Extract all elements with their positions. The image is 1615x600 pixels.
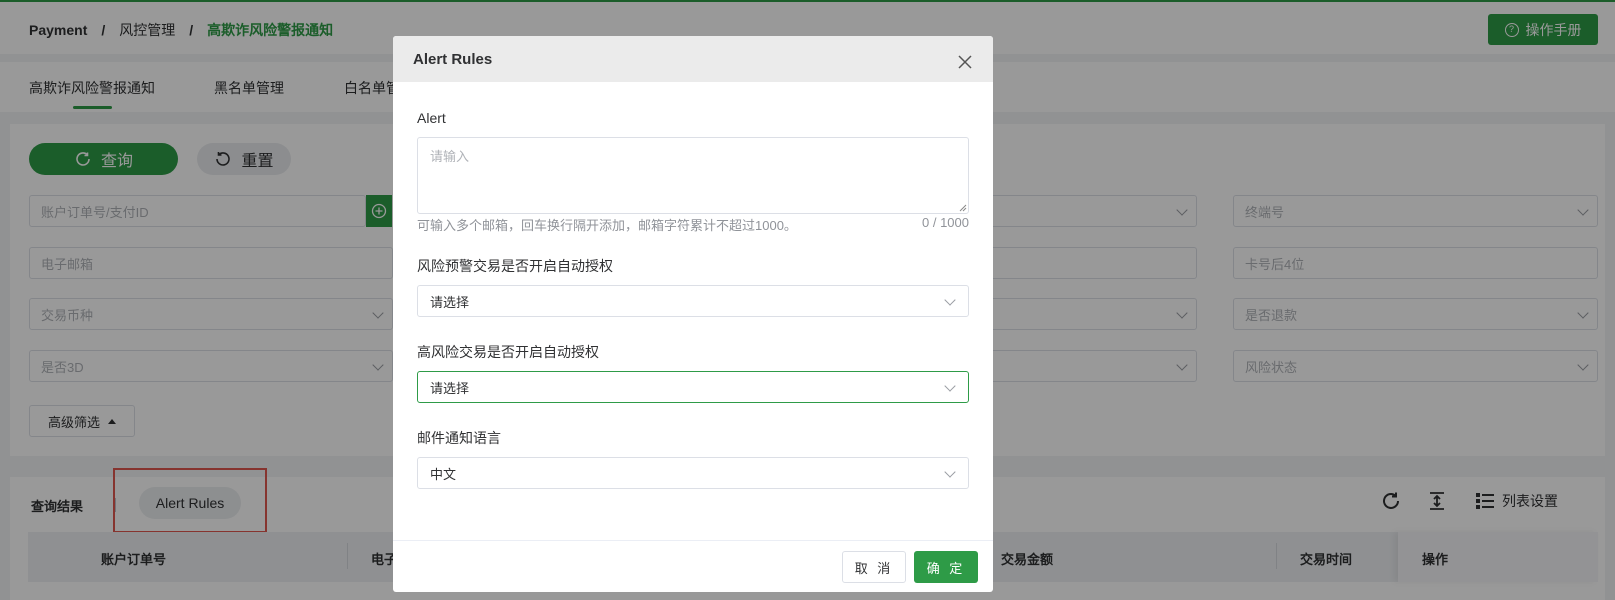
risk-auto-auth-label: 风险预警交易是否开启自动授权 — [417, 258, 613, 274]
alert-rules-dialog: Alert Rules Alert 请输入 可输入多个邮箱，回车换行隔开添加，邮… — [393, 36, 993, 592]
notify-language-label: 邮件通知语言 — [417, 430, 501, 446]
close-icon — [958, 55, 972, 69]
chevron-down-icon — [944, 294, 956, 306]
risk-auto-auth-value: 请选择 — [430, 294, 470, 310]
alert-hint-text: 可输入多个邮箱，回车换行隔开添加，邮箱字符累计不超过1000。 — [417, 218, 797, 233]
confirm-button[interactable]: 确 定 — [914, 551, 978, 583]
alert-field-label: Alert — [417, 110, 446, 126]
chevron-down-icon — [944, 466, 956, 478]
alert-char-count: 0 / 1000 — [922, 215, 969, 230]
high-risk-auto-auth-select[interactable]: 请选择 — [417, 371, 969, 403]
close-button[interactable] — [957, 54, 973, 70]
dialog-footer-divider — [393, 540, 993, 541]
notify-language-value: 中文 — [430, 466, 457, 482]
high-risk-auto-auth-label: 高风险交易是否开启自动授权 — [417, 344, 599, 360]
chevron-down-icon — [944, 380, 956, 392]
dialog-title: Alert Rules — [413, 51, 493, 68]
notify-language-select[interactable]: 中文 — [417, 457, 969, 489]
resize-handle-icon[interactable] — [959, 204, 967, 212]
risk-auto-auth-select[interactable]: 请选择 — [417, 285, 969, 317]
alert-email-textarea[interactable]: 请输入 — [417, 137, 969, 214]
high-risk-auto-auth-value: 请选择 — [430, 380, 470, 396]
cancel-button[interactable]: 取 消 — [842, 551, 906, 583]
